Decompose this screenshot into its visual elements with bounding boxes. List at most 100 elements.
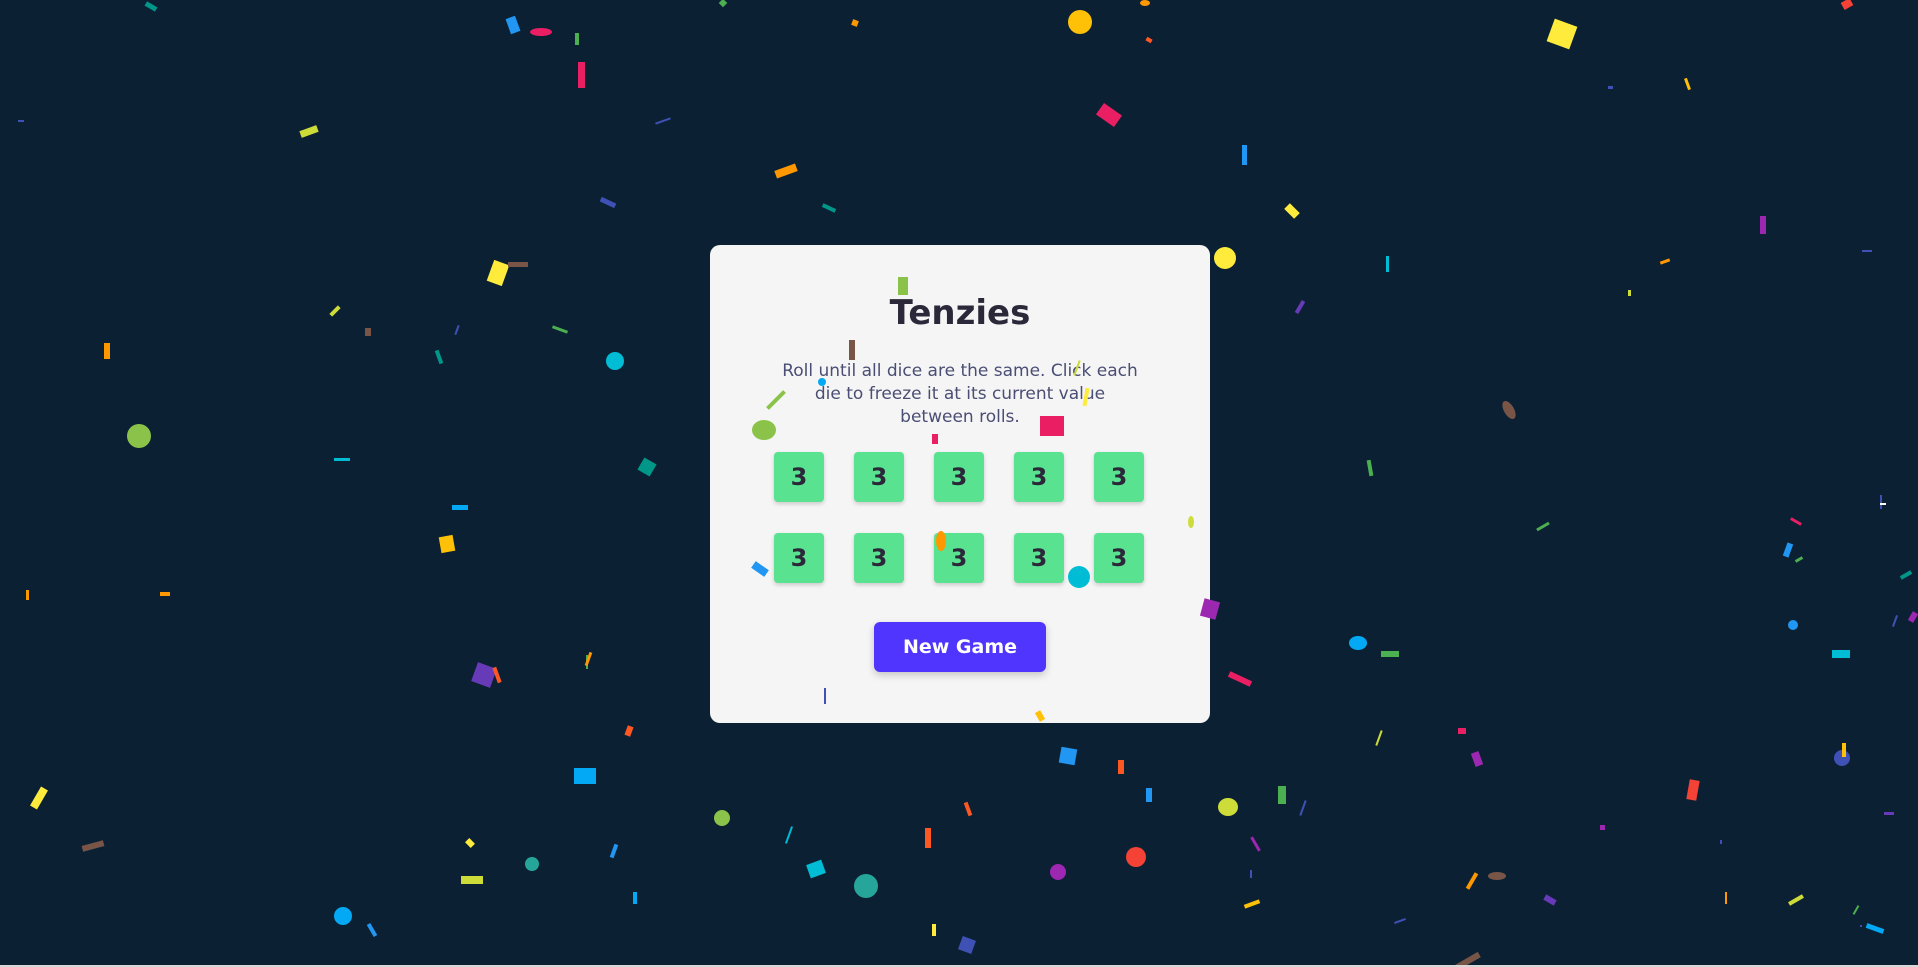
confetti-piece xyxy=(1862,250,1872,252)
confetti-piece xyxy=(1725,892,1727,904)
confetti-piece xyxy=(1760,216,1766,234)
confetti-piece xyxy=(599,196,617,209)
die-10[interactable]: 3 xyxy=(1094,533,1144,583)
confetti-piece xyxy=(1294,299,1306,315)
confetti-piece xyxy=(1907,611,1918,623)
confetti-piece xyxy=(854,874,878,898)
confetti-piece xyxy=(1536,521,1550,532)
confetti-piece xyxy=(1250,836,1261,852)
confetti-piece xyxy=(334,458,350,461)
confetti-piece xyxy=(1865,923,1885,934)
confetti-piece xyxy=(958,936,976,954)
confetti-piece xyxy=(1242,145,1247,165)
confetti-piece xyxy=(1794,556,1804,563)
confetti-piece xyxy=(1145,36,1153,44)
die-4[interactable]: 3 xyxy=(1014,452,1064,502)
confetti-piece xyxy=(1299,800,1307,816)
confetti-piece xyxy=(1608,86,1613,89)
confetti-piece xyxy=(30,786,48,810)
confetti-piece xyxy=(584,651,593,667)
die-5[interactable]: 3 xyxy=(1094,452,1144,502)
confetti-piece xyxy=(508,262,528,267)
confetti-piece xyxy=(1720,840,1722,844)
die-9[interactable]: 3 xyxy=(1014,533,1064,583)
confetti-piece xyxy=(1386,256,1389,272)
confetti-piece xyxy=(1465,872,1479,890)
die-2[interactable]: 3 xyxy=(854,452,904,502)
confetti-piece xyxy=(963,801,973,817)
confetti-piece xyxy=(1659,258,1671,265)
confetti-piece xyxy=(1840,0,1854,10)
confetti-piece xyxy=(586,655,588,669)
confetti-piece xyxy=(1546,18,1578,50)
game-title: Tenzies xyxy=(889,293,1031,333)
confetti-piece xyxy=(1349,636,1367,650)
die-3[interactable]: 3 xyxy=(934,452,984,502)
confetti-piece xyxy=(127,424,151,448)
confetti-piece xyxy=(438,534,456,554)
new-game-button[interactable]: New Game xyxy=(874,622,1046,672)
confetti-piece xyxy=(492,666,502,684)
confetti-piece xyxy=(1600,825,1605,830)
die-7[interactable]: 3 xyxy=(854,533,904,583)
die-8[interactable]: 3 xyxy=(934,533,984,583)
confetti-piece xyxy=(1050,864,1066,880)
confetti-piece xyxy=(454,324,460,336)
confetti-piece xyxy=(851,19,859,27)
confetti-piece xyxy=(81,840,105,852)
confetti-piece xyxy=(1227,671,1253,687)
confetti-piece xyxy=(1366,459,1374,477)
confetti-piece xyxy=(1284,203,1300,219)
confetti-piece xyxy=(1892,615,1898,627)
confetti-piece xyxy=(1381,651,1399,657)
confetti-piece xyxy=(806,859,826,879)
confetti-piece xyxy=(18,120,24,122)
die-6[interactable]: 3 xyxy=(774,533,824,583)
confetti-piece xyxy=(461,876,483,884)
confetti-piece xyxy=(465,838,475,848)
confetti-piece xyxy=(160,592,170,596)
confetti-piece xyxy=(1095,102,1123,128)
confetti-piece xyxy=(1543,894,1557,906)
confetti-piece xyxy=(1880,503,1886,505)
confetti-piece xyxy=(1394,918,1406,924)
confetti-piece xyxy=(1880,495,1882,509)
confetti-piece xyxy=(334,907,352,925)
confetti-piece xyxy=(1852,905,1860,915)
confetti-piece xyxy=(505,15,521,35)
confetti-piece xyxy=(1375,730,1383,746)
game-instructions: Roll until all dice are the same. Click … xyxy=(782,361,1138,427)
confetti-piece xyxy=(1250,870,1252,878)
confetti-piece xyxy=(1832,650,1850,658)
confetti-piece xyxy=(452,505,468,510)
confetti-piece xyxy=(1686,779,1700,801)
confetti-piece xyxy=(144,1,158,12)
confetti-piece xyxy=(366,922,378,938)
confetti-piece xyxy=(718,0,728,8)
confetti-piece xyxy=(1458,728,1466,734)
tenzies-app: Tenzies Roll until all dice are the same… xyxy=(0,0,1918,967)
confetti-piece xyxy=(1488,872,1506,880)
confetti-piece xyxy=(637,457,657,477)
confetti-piece xyxy=(606,352,624,370)
confetti-piece xyxy=(1243,899,1261,909)
confetti-piece xyxy=(1126,847,1146,867)
confetti-piece xyxy=(1499,398,1519,422)
confetti-piece xyxy=(821,203,837,213)
confetti-piece xyxy=(1278,786,1286,804)
confetti-piece xyxy=(1118,760,1124,774)
confetti-piece xyxy=(1788,894,1804,906)
confetti-piece xyxy=(530,28,552,36)
confetti-piece xyxy=(1470,751,1484,767)
game-card: Tenzies Roll until all dice are the same… xyxy=(710,245,1210,723)
confetti-piece xyxy=(551,325,569,334)
confetti-piece xyxy=(1140,0,1150,6)
confetti-piece xyxy=(575,33,579,45)
confetti-piece xyxy=(609,843,619,859)
confetti-piece xyxy=(633,892,637,904)
confetti-piece xyxy=(1782,542,1794,558)
confetti-piece xyxy=(784,826,794,844)
confetti-piece xyxy=(365,328,371,336)
confetti-piece xyxy=(586,655,588,669)
die-1[interactable]: 3 xyxy=(774,452,824,502)
